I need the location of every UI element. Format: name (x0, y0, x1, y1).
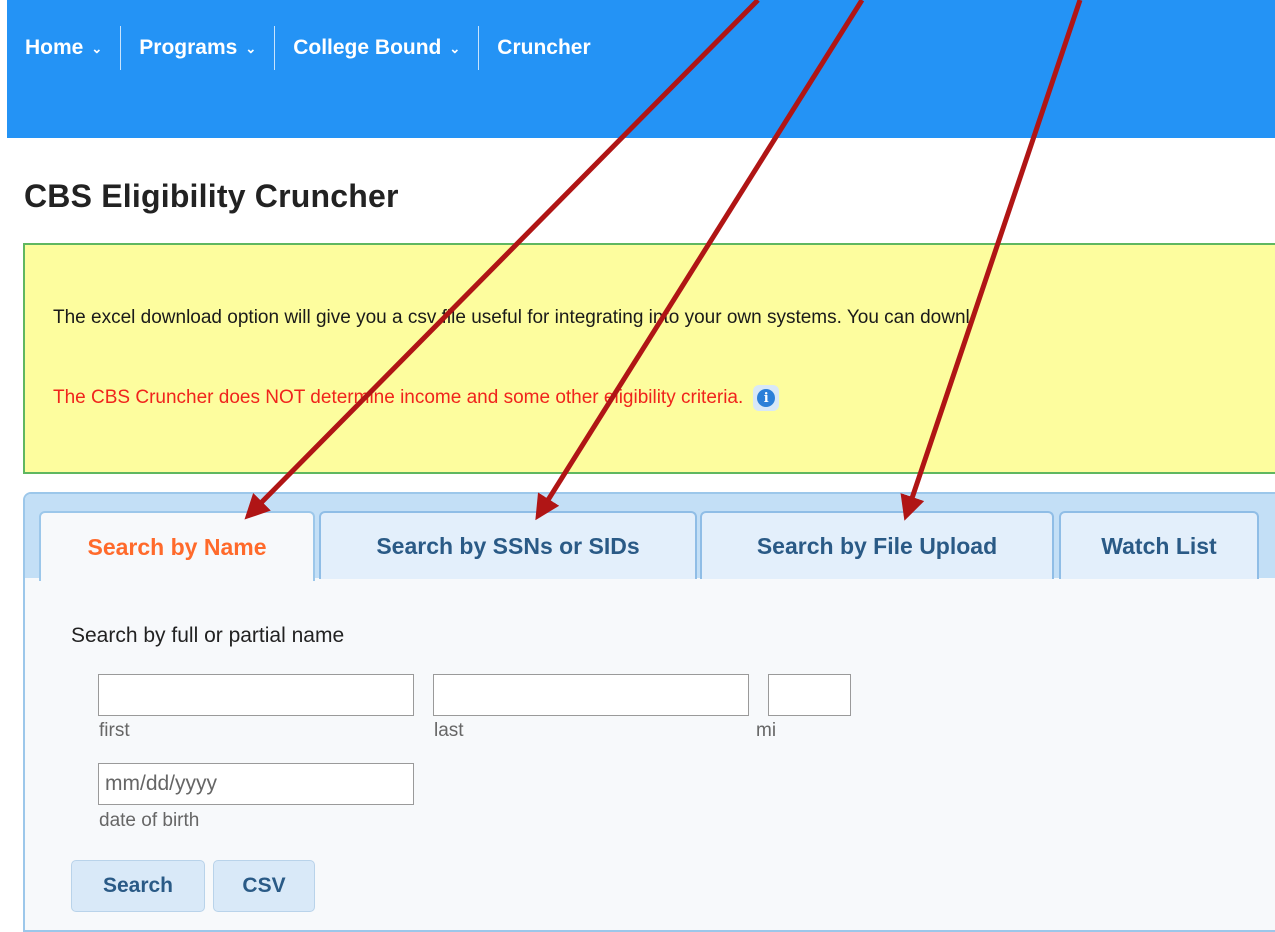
tab-label: Search by Name (87, 533, 267, 560)
tab-label: Search by File Upload (756, 532, 998, 559)
last-name-input[interactable] (433, 674, 749, 716)
date-of-birth-caption: date of birth (99, 810, 200, 831)
notice-box: The excel download option will give you … (23, 243, 1275, 474)
nav-item-college-bound[interactable]: College Bound ⌄ (275, 26, 480, 70)
tab-label: Search by SSNs or SIDs (376, 532, 640, 559)
search-button[interactable]: Search (71, 860, 205, 912)
chevron-down-icon: ⌄ (245, 41, 257, 56)
main-nav: Home ⌄ Programs ⌄ College Bound ⌄ Crunch… (7, 26, 609, 70)
first-name-input[interactable] (98, 674, 414, 716)
search-tabs-panel: Search by Name Search by SSNs or SIDs Se… (23, 492, 1275, 932)
nav-item-label: College Bound (293, 36, 442, 59)
nav-item-label: Home (25, 36, 84, 59)
first-name-caption: first (99, 720, 130, 741)
tab-label: Watch List (1101, 532, 1217, 559)
middle-initial-caption: mi (756, 720, 777, 741)
middle-initial-input[interactable] (768, 674, 851, 716)
nav-item-label: Programs (139, 36, 238, 59)
tab-watch-list[interactable]: Watch List (1059, 511, 1259, 579)
tab-search-by-name[interactable]: Search by Name (39, 511, 315, 581)
notice-warning-text: The CBS Cruncher does NOT determine inco… (53, 387, 744, 408)
notice-text: The excel download option will give you … (53, 307, 970, 328)
nav-item-home[interactable]: Home ⌄ (7, 26, 122, 70)
date-of-birth-input[interactable] (98, 763, 414, 805)
chevron-down-icon: ⌄ (449, 41, 461, 56)
search-heading: Search by full or partial name (71, 624, 345, 647)
chevron-down-icon: ⌄ (91, 41, 103, 56)
info-icon[interactable]: i (753, 385, 780, 411)
tab-strip: Search by Name Search by SSNs or SIDs Se… (25, 494, 1275, 581)
tab-search-by-file-upload[interactable]: Search by File Upload (700, 511, 1054, 579)
nav-item-label: Cruncher (497, 36, 591, 59)
notice-warning: The CBS Cruncher does NOT determine inco… (53, 385, 780, 411)
last-name-caption: last (434, 720, 464, 741)
csv-button[interactable]: CSV (213, 860, 315, 912)
nav-item-cruncher[interactable]: Cruncher (479, 26, 608, 70)
nav-item-programs[interactable]: Programs ⌄ (121, 26, 276, 70)
tab-search-by-ssns-or-sids[interactable]: Search by SSNs or SIDs (319, 511, 697, 579)
page-title: CBS Eligibility Cruncher (24, 178, 399, 214)
top-nav-bar: Home ⌄ Programs ⌄ College Bound ⌄ Crunch… (7, 0, 1275, 138)
